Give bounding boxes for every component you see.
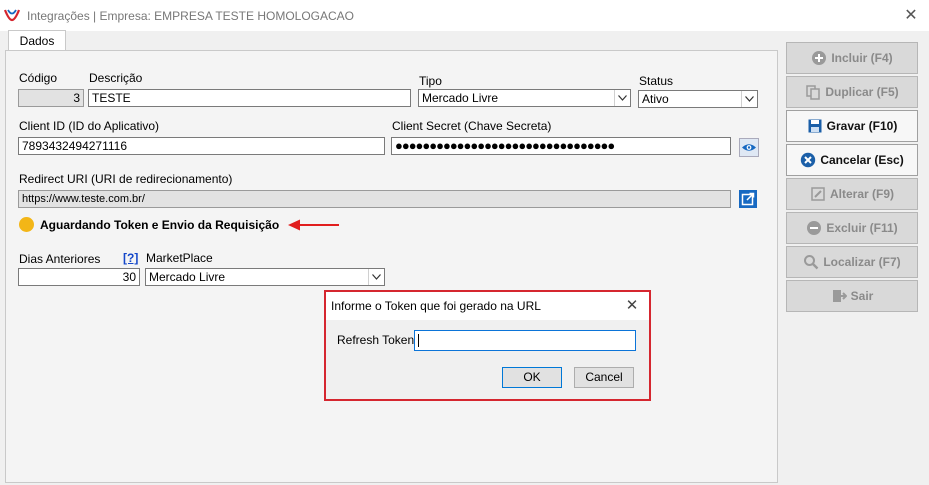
duplicate-icon [806, 85, 821, 100]
redirect-uri-field[interactable]: https://www.teste.com.br/ [18, 190, 731, 208]
client-secret-field[interactable]: ●●●●●●●●●●●●●●●●●●●●●●●●●●●●●●●● [391, 137, 731, 155]
app-logo-icon [4, 9, 20, 22]
client-id-field[interactable]: 7893432494271116 [18, 137, 385, 155]
duplicar-button-label: Duplicar (F5) [825, 85, 899, 99]
alterar-button-label: Alterar (F9) [829, 187, 894, 201]
chevron-down-icon[interactable] [368, 269, 384, 285]
redirect-uri-label: Redirect URI (URI de redirecionamento) [19, 172, 233, 186]
integracoes-window: Integrações | Empresa: EMPRESA TESTE HOM… [0, 0, 929, 485]
refresh-token-input[interactable] [414, 330, 636, 351]
descricao-field[interactable]: TESTE [88, 89, 411, 107]
chevron-down-icon[interactable] [614, 90, 630, 106]
help-link[interactable]: [?] [123, 251, 138, 265]
duplicar-button[interactable]: Duplicar (F5) [786, 76, 918, 108]
tipo-select-value: Mercado Livre [422, 91, 499, 105]
minus-circle-icon [807, 221, 822, 235]
close-window-button[interactable]: ✕ [901, 6, 921, 26]
gravar-button[interactable]: Gravar (F10) [786, 110, 918, 142]
localizar-button[interactable]: Localizar (F7) [786, 246, 918, 278]
red-arrow-icon [288, 219, 339, 231]
gravar-button-label: Gravar (F10) [826, 119, 898, 133]
edit-icon [811, 187, 825, 201]
dias-anteriores-label: Dias Anteriores [19, 252, 101, 266]
cancelar-button[interactable]: Cancelar (Esc) [786, 144, 918, 176]
tipo-select[interactable]: Mercado Livre [418, 89, 631, 107]
sair-button[interactable]: Sair [786, 280, 918, 312]
text-caret [418, 334, 419, 347]
status-message: Aguardando Token e Envio da Requisição [40, 218, 280, 232]
incluir-button-label: Incluir (F4) [831, 51, 893, 65]
search-icon [804, 255, 819, 270]
save-icon [808, 119, 822, 133]
tab-dados[interactable]: Dados [8, 30, 66, 51]
sair-button-label: Sair [850, 289, 874, 303]
dialog-title: Informe o Token que foi gerado na URL [331, 299, 541, 313]
exit-icon [832, 290, 847, 302]
dados-panel [5, 50, 778, 483]
status-indicator-dot [19, 217, 34, 232]
show-secret-button[interactable] [739, 138, 759, 157]
alterar-button[interactable]: Alterar (F9) [786, 178, 918, 210]
marketplace-select-value: Mercado Livre [149, 270, 226, 284]
status-label: Status [639, 74, 674, 88]
status-select[interactable]: Ativo [638, 90, 758, 108]
client-id-label: Client ID (ID do Aplicativo) [19, 119, 160, 133]
marketplace-label: MarketPlace [146, 251, 213, 265]
status-select-value: Ativo [642, 92, 669, 106]
marketplace-select[interactable]: Mercado Livre [145, 268, 385, 286]
client-secret-label: Client Secret (Chave Secreta) [392, 119, 552, 133]
localizar-button-label: Localizar (F7) [823, 255, 901, 269]
descricao-label: Descrição [89, 71, 143, 85]
open-url-button[interactable] [739, 190, 757, 208]
tipo-label: Tipo [419, 74, 442, 88]
refresh-token-dialog: Informe o Token que foi gerado na URL ✕ … [324, 290, 651, 401]
cancel-circle-icon [801, 152, 816, 168]
codigo-field[interactable]: 3 [18, 89, 84, 107]
incluir-button[interactable]: Incluir (F4) [786, 42, 918, 74]
excluir-button[interactable]: Excluir (F11) [786, 212, 918, 244]
title-bar: Integrações | Empresa: EMPRESA TESTE HOM… [0, 0, 929, 31]
ok-button[interactable]: OK [502, 367, 562, 388]
dialog-title-bar: Informe o Token que foi gerado na URL ✕ [326, 292, 649, 320]
excluir-button-label: Excluir (F11) [826, 221, 898, 235]
dialog-close-button[interactable]: ✕ [622, 296, 642, 316]
chevron-down-icon[interactable] [741, 91, 757, 107]
eye-icon [742, 144, 756, 151]
dias-anteriores-field[interactable]: 30 [18, 268, 140, 286]
codigo-label: Código [19, 71, 58, 85]
external-link-icon [741, 192, 755, 206]
client-secret-masked-value: ●●●●●●●●●●●●●●●●●●●●●●●●●●●●●●●● [395, 138, 615, 153]
cancelar-button-label: Cancelar (Esc) [820, 153, 904, 167]
refresh-token-label: Refresh Token [337, 333, 415, 347]
plus-circle-icon [812, 51, 827, 65]
cancel-button[interactable]: Cancel [574, 367, 634, 388]
window-title: Integrações | Empresa: EMPRESA TESTE HOM… [27, 9, 354, 23]
